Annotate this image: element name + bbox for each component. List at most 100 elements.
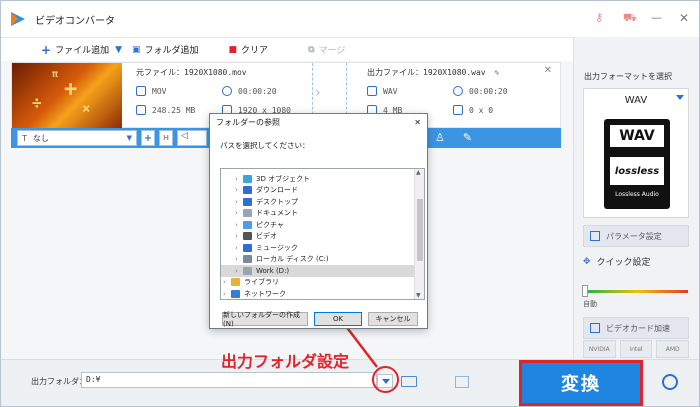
expand-chevron-icon[interactable]: › [235, 186, 243, 194]
key-icon[interactable]: ⚷ [595, 11, 609, 25]
cancel-button[interactable]: キャンセル [368, 312, 418, 326]
ok-button[interactable]: OK [314, 312, 362, 326]
chevron-down-icon[interactable]: ▼ [115, 45, 122, 55]
task-list-icon[interactable] [455, 376, 469, 388]
folder-tree[interactable]: › 3D オブジェクト › ダウンロード › デスクトップ › ドキュメント › ピクチャ › ビデオ… [220, 168, 425, 300]
merge-icon: ⧉ [308, 44, 315, 55]
tree-item[interactable]: › デスクトップ [221, 196, 424, 208]
tree-item[interactable]: › Work (D:) [221, 265, 424, 277]
tree-item[interactable]: › ミュージック [221, 242, 424, 254]
alarm-clock-icon[interactable] [662, 374, 678, 390]
watermark-icon[interactable]: ♙ [435, 131, 445, 144]
tree-item[interactable]: › ダウンロード [221, 185, 424, 197]
close-button[interactable]: ✕ [679, 11, 693, 25]
expand-chevron-icon[interactable]: › [235, 209, 243, 217]
chevron-right-icon: › [315, 85, 321, 101]
add-folder-button[interactable]: ▣ フォルダ追加 [132, 43, 199, 57]
cart-icon[interactable]: ⛟ [623, 11, 637, 25]
tree-item-label: ミュージック [256, 243, 298, 252]
output-folder-field[interactable]: D:¥ [81, 372, 377, 388]
clock-icon [222, 86, 232, 96]
folder-icon [243, 243, 252, 252]
tree-item-label: デスクトップ [256, 197, 298, 206]
tree-item-label: ドキュメント [256, 209, 298, 218]
expand-chevron-icon[interactable]: › [235, 232, 243, 240]
folder-icon [243, 255, 252, 264]
expand-chevron-icon[interactable]: › [223, 278, 231, 286]
annotation-label: 出力フォルダ設定 [221, 352, 350, 371]
slider-knob[interactable] [582, 285, 588, 297]
tree-item-label: 3D オブジェクト [256, 174, 311, 183]
minimize-button[interactable]: — [651, 11, 665, 25]
title-bar: ビデオコンバータ ⚷ ⛟ — ✕ [1, 1, 699, 37]
tree-item-label: ダウンロード [256, 186, 298, 195]
dialog-close-button[interactable]: ✕ [414, 118, 421, 127]
expand-chevron-icon[interactable]: › [235, 175, 243, 183]
expand-chevron-icon[interactable]: › [235, 255, 243, 263]
tree-item-label: ビデオ [256, 232, 277, 241]
tree-item-label: ネットワーク [244, 289, 286, 298]
right-panel: 出力フォーマットを選択 WAV WAV lossless Lossless Au… [573, 37, 699, 359]
remove-file-close-icon[interactable]: ✕ [544, 65, 552, 76]
expand-chevron-icon[interactable]: › [223, 290, 231, 298]
output-info: 出力ファイル：1920X1080.wav ✎ WAV 00:00:20 4 MB… [367, 67, 557, 115]
quality-slider[interactable] [588, 290, 688, 293]
tree-item-label: Work (D:) [256, 266, 290, 275]
subtitle-format-button[interactable]: H [159, 130, 173, 146]
clear-button[interactable]: ■ クリア [228, 43, 269, 57]
trash-icon: ■ [228, 44, 238, 55]
output-format: WAV [383, 86, 398, 96]
add-folder-label: フォルダ追加 [144, 46, 199, 56]
tree-item[interactable]: › ピクチャ [221, 219, 424, 231]
add-file-button[interactable]: + ファイル追加 ▼ [41, 43, 122, 57]
bottom-bar: 出力フォルダ： D:¥ 変換 [1, 359, 699, 406]
expand-chevron-icon[interactable]: › [235, 244, 243, 252]
merge-button[interactable]: ⧉ マージ [308, 43, 345, 57]
format-selector[interactable]: WAV WAV lossless Lossless Audio [583, 88, 689, 218]
scroll-thumb[interactable] [417, 199, 423, 261]
expand-chevron-icon[interactable]: › [235, 221, 243, 229]
quick-settings-label: クイック設定 [596, 258, 651, 268]
clock-icon [453, 86, 463, 96]
new-folder-button[interactable]: 新しいフォルダーの作成(N) [222, 311, 308, 328]
folder-browse-dialog[interactable]: フォルダーの参照 ✕ パスを選択してください： › 3D オブジェクト › ダウンロー… [209, 113, 428, 329]
add-subtitle-button[interactable]: + [141, 130, 155, 146]
gpu-icon [590, 323, 600, 333]
folder-icon [243, 209, 252, 218]
open-folder-icon[interactable] [401, 376, 417, 387]
window-title: ビデオコンバータ [35, 15, 115, 27]
format-icon [367, 86, 377, 96]
expand-chevron-icon[interactable]: › [235, 198, 243, 206]
dialog-prompt: パスを選択してください： [220, 141, 310, 150]
settings-icon [590, 231, 600, 241]
subtitle-select[interactable]: T なし ▼ [17, 130, 137, 146]
audio-track-select[interactable]: ◁ [177, 130, 207, 146]
tree-item[interactable]: › ライブラリ [221, 277, 424, 289]
text-icon: T [22, 133, 27, 143]
folder-icon [231, 289, 240, 298]
add-file-label: ファイル追加 [55, 46, 110, 56]
gpu-acceleration-button[interactable]: ビデオカード加速 [583, 317, 689, 339]
format-icon [136, 86, 146, 96]
edit-icon[interactable]: ✎ [463, 131, 472, 144]
tree-item[interactable]: › 3D オブジェクト [221, 173, 424, 185]
edit-pencil-icon[interactable]: ✎ [494, 68, 499, 77]
scroll-down-icon[interactable]: ▼ [416, 292, 421, 299]
expand-chevron-icon[interactable]: › [235, 267, 243, 275]
format-card[interactable]: WAV lossless Lossless Audio [604, 119, 670, 209]
card-caption: Lossless Audio [615, 191, 659, 198]
video-thumbnail[interactable]: + ÷ × π [12, 63, 122, 129]
scroll-up-icon[interactable]: ▲ [416, 169, 421, 176]
chevron-down-icon[interactable] [676, 95, 684, 100]
tree-item[interactable]: › ネットワーク [221, 288, 424, 299]
tree-item[interactable]: › ローカル ディスク (C:) [221, 254, 424, 266]
tree-scrollbar[interactable]: ▲ ▼ [414, 169, 424, 299]
tree-item[interactable]: › ドキュメント [221, 208, 424, 220]
output-resolution: 0 x 0 [469, 105, 494, 115]
parameter-settings-button[interactable]: パラメータ設定 [583, 225, 689, 247]
tree-item[interactable]: › ビデオ [221, 231, 424, 243]
speaker-icon: ◁ [181, 131, 188, 141]
tree-item-label: ローカル ディスク (C:) [256, 255, 329, 264]
source-format: MOV [152, 86, 167, 96]
convert-button[interactable]: 変換 [519, 360, 643, 406]
